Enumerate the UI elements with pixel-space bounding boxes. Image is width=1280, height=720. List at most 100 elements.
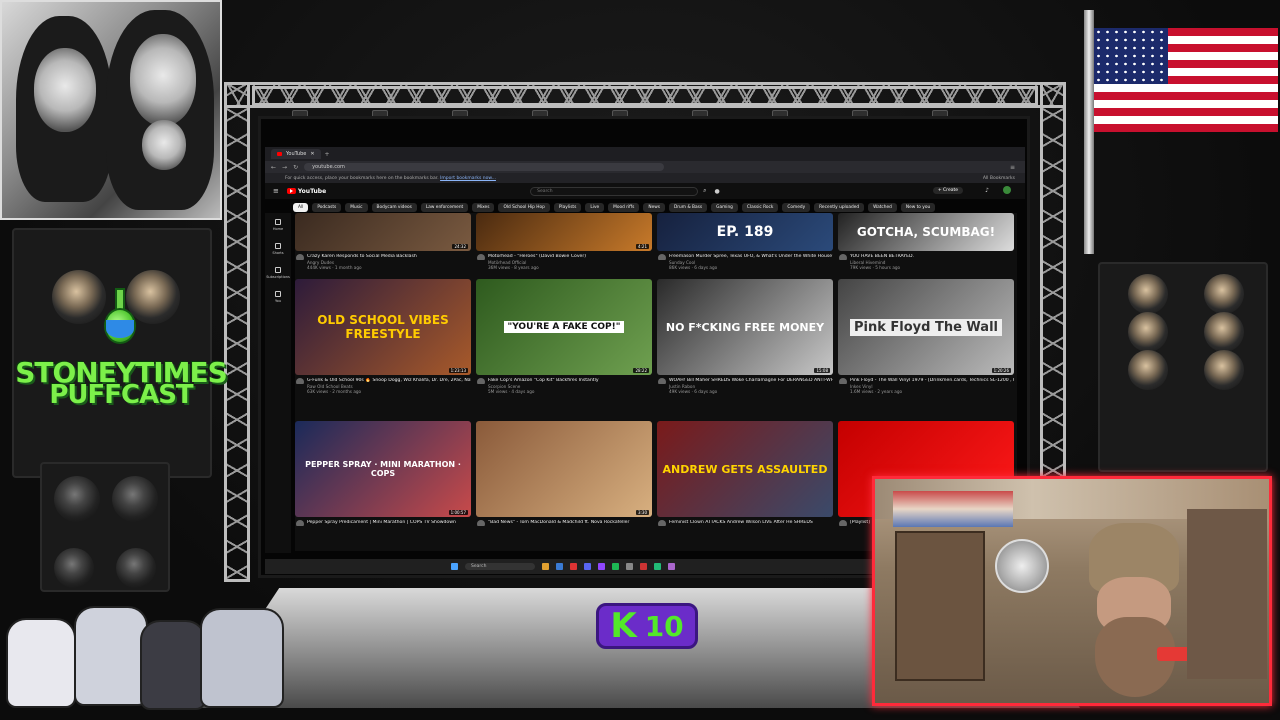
video-card[interactable]: 4:21 Motörhead - "Heroes" (David Bowie Co… xyxy=(476,213,652,271)
k10-badge: K 10 xyxy=(596,603,698,649)
filter-chip[interactable]: Podcasts xyxy=(312,202,342,212)
video-card[interactable]: 3:30 "Bad News" - Tom MacDonald & Madchil… xyxy=(476,421,652,526)
microphone-icon[interactable]: ● xyxy=(715,188,720,195)
video-meta: 63K views · 2 months ago xyxy=(307,389,362,394)
edge-icon[interactable] xyxy=(556,563,563,570)
video-title[interactable]: Motörhead - "Heroes" (David Bowie Cover) xyxy=(476,254,652,260)
filter-chips: All Podcasts Music Bodycam videos Law enforc… xyxy=(293,201,1023,213)
obs-icon[interactable] xyxy=(640,563,647,570)
search-input[interactable]: Search xyxy=(530,186,699,196)
thumbnail-text: Pink Floyd The Wall xyxy=(849,318,1002,336)
browser-tab[interactable]: YouTube ✕ xyxy=(271,149,321,159)
video-thumbnail[interactable]: Pink Floyd The Wall 1:20:26 xyxy=(838,279,1014,375)
badge-number: 10 xyxy=(644,609,684,643)
thumbnail-text: GOTCHA, SCUMBAG! xyxy=(856,225,996,239)
search-icon[interactable]: ⌕ xyxy=(703,187,706,195)
filter-chip[interactable]: Gaming xyxy=(711,202,738,212)
video-card[interactable]: Pink Floyd The Wall 1:20:26 Pink Floyd - T… xyxy=(838,279,1014,395)
video-meta: 49K views · 6 days ago xyxy=(669,389,718,394)
sidebar-item-you[interactable]: You xyxy=(265,285,291,309)
video-card[interactable]: "YOU'RE A FAKE COP!" 28:22 Fake Cop's Amaz… xyxy=(476,279,652,395)
file-explorer-icon[interactable] xyxy=(542,563,549,570)
close-tab-icon[interactable]: ✕ xyxy=(310,151,314,157)
stage-truss-inner xyxy=(252,86,1038,106)
import-bookmarks-link[interactable]: Import bookmarks now... xyxy=(440,176,496,181)
spotify-icon[interactable] xyxy=(612,563,619,570)
pointing-hand xyxy=(142,120,186,170)
back-icon[interactable]: ← xyxy=(271,164,276,171)
video-thumbnail[interactable]: 24:32 xyxy=(295,213,471,251)
video-card[interactable]: OLD SCHOOL VIBES FREESTYLE 1:23:13 G-Funk … xyxy=(295,279,471,395)
filter-chip[interactable]: Drum & Bass xyxy=(668,202,708,212)
twitch-icon[interactable] xyxy=(598,563,605,570)
filter-chip[interactable]: Classic Rock xyxy=(741,202,779,212)
sidebar-label: Home xyxy=(272,227,284,231)
filter-chip[interactable]: Playlists xyxy=(553,202,582,212)
video-title[interactable]: Freemason Murder Spree, Texas UFO, & Wha… xyxy=(657,254,833,260)
avatar[interactable] xyxy=(1003,186,1011,194)
video-thumbnail[interactable]: PEPPER SPRAY · MINI MARATHON · COPS 1:00:… xyxy=(295,421,471,517)
filter-chip[interactable]: News xyxy=(643,202,665,212)
bong-water xyxy=(106,320,134,338)
video-thumbnail[interactable]: "YOU'RE A FAKE COP!" 28:22 xyxy=(476,279,652,375)
filter-chip[interactable]: Mixes xyxy=(472,202,495,212)
video-thumbnail[interactable]: 4:21 xyxy=(476,213,652,251)
filter-chip[interactable]: Music xyxy=(345,202,368,212)
all-bookmarks-button[interactable]: All Bookmarks xyxy=(983,176,1015,181)
start-icon[interactable] xyxy=(451,563,458,570)
notifications-icon[interactable]: ♪ xyxy=(985,187,989,194)
webcam-frame xyxy=(872,476,1272,706)
filter-chip[interactable]: Bodycam videos xyxy=(371,202,417,212)
discord-icon[interactable] xyxy=(584,563,591,570)
video-thumbnail[interactable]: OLD SCHOOL VIBES FREESTYLE 1:23:13 xyxy=(295,279,471,375)
video-card[interactable]: PEPPER SPRAY · MINI MARATHON · COPS 1:00:… xyxy=(295,421,471,526)
video-thumbnail[interactable]: EP. 189 xyxy=(657,213,833,251)
video-title[interactable]: Pepper Spray Predicament | Mini Marathon… xyxy=(295,520,471,526)
sidebar-item-home[interactable]: Home xyxy=(265,213,291,237)
menu-icon[interactable]: ≡ xyxy=(273,187,279,195)
filter-chip[interactable]: All xyxy=(293,202,309,212)
video-title[interactable]: "Bad News" - Tom MacDonald & Madchild ft… xyxy=(476,520,652,526)
video-title[interactable]: Crazy Karen Responds to Social Media Bac… xyxy=(295,254,471,260)
taskbar-search[interactable]: Search xyxy=(465,563,535,570)
video-thumbnail[interactable]: GOTCHA, SCUMBAG! xyxy=(838,213,1014,251)
youtube-logo[interactable]: YouTube xyxy=(286,188,326,195)
video-title[interactable]: Pink Floyd - The Wall Vinyl 1979 - [Drin… xyxy=(838,378,1014,384)
youtube-play-icon xyxy=(286,188,296,194)
video-card[interactable]: GOTCHA, SCUMBAG! YOU HAVE BEEN BETRAYED. L… xyxy=(838,213,1014,271)
new-tab-icon[interactable]: + xyxy=(325,151,330,158)
excel-icon[interactable] xyxy=(654,563,661,570)
filter-chip[interactable]: Mood riffs xyxy=(608,202,640,212)
create-button[interactable]: + Create xyxy=(932,187,963,194)
video-card[interactable]: ANDREW GETS ASSAULTED Feminist Clown ATTA… xyxy=(657,421,833,526)
video-title[interactable]: G-Funk & Old School 90s 🔥 Snoop Dogg, Wi… xyxy=(295,378,471,384)
filter-chip[interactable]: Law enforcement xyxy=(420,202,469,212)
filter-chip[interactable]: Comedy xyxy=(782,202,811,212)
browser-menu-icon[interactable]: ≡ xyxy=(1010,164,1015,171)
steam-icon[interactable] xyxy=(626,563,633,570)
sidebar-item-subscriptions[interactable]: Subscriptions xyxy=(265,261,291,285)
reload-icon[interactable]: ↻ xyxy=(293,164,298,171)
filter-chip[interactable]: Old School Hip Hop xyxy=(498,202,550,212)
filter-chip[interactable]: Live xyxy=(585,202,605,212)
video-title[interactable]: WOAH! Bill Maher SHREDS Woke Charlamagne… xyxy=(657,378,833,384)
filter-chip[interactable]: Watched xyxy=(868,202,897,212)
video-thumbnail[interactable]: NO F*CKING FREE MONEY 15:08 xyxy=(657,279,833,375)
video-title[interactable]: Feminist Clown ATTACKS Andrew Wilson LIV… xyxy=(657,520,833,526)
video-thumbnail[interactable]: 3:30 xyxy=(476,421,652,517)
thumbnail-text: ANDREW GETS ASSAULTED xyxy=(662,462,828,476)
video-title[interactable]: YOU HAVE BEEN BETRAYED. xyxy=(838,254,1014,260)
video-card[interactable]: NO F*CKING FREE MONEY 15:08 WOAH! Bill Mah… xyxy=(657,279,833,395)
filter-chip[interactable]: Recently uploaded xyxy=(814,202,865,212)
video-card[interactable]: EP. 189 Freemason Murder Spree, Texas UFO… xyxy=(657,213,833,271)
video-title[interactable]: Fake Cop's Amazon "Cop Kit" Backfires In… xyxy=(476,378,652,384)
video-thumbnail[interactable]: ANDREW GETS ASSAULTED xyxy=(657,421,833,517)
app-icon[interactable] xyxy=(668,563,675,570)
forward-icon[interactable]: → xyxy=(282,164,287,171)
sidebar-item-shorts[interactable]: Shorts xyxy=(265,237,291,261)
video-card[interactable]: 24:32 Crazy Karen Responds to Social Medi… xyxy=(295,213,471,271)
speaker-cone xyxy=(1204,274,1244,314)
url-field[interactable]: youtube.com xyxy=(304,163,665,171)
filter-chip[interactable]: New to you xyxy=(900,202,936,212)
browser-icon[interactable] xyxy=(570,563,577,570)
